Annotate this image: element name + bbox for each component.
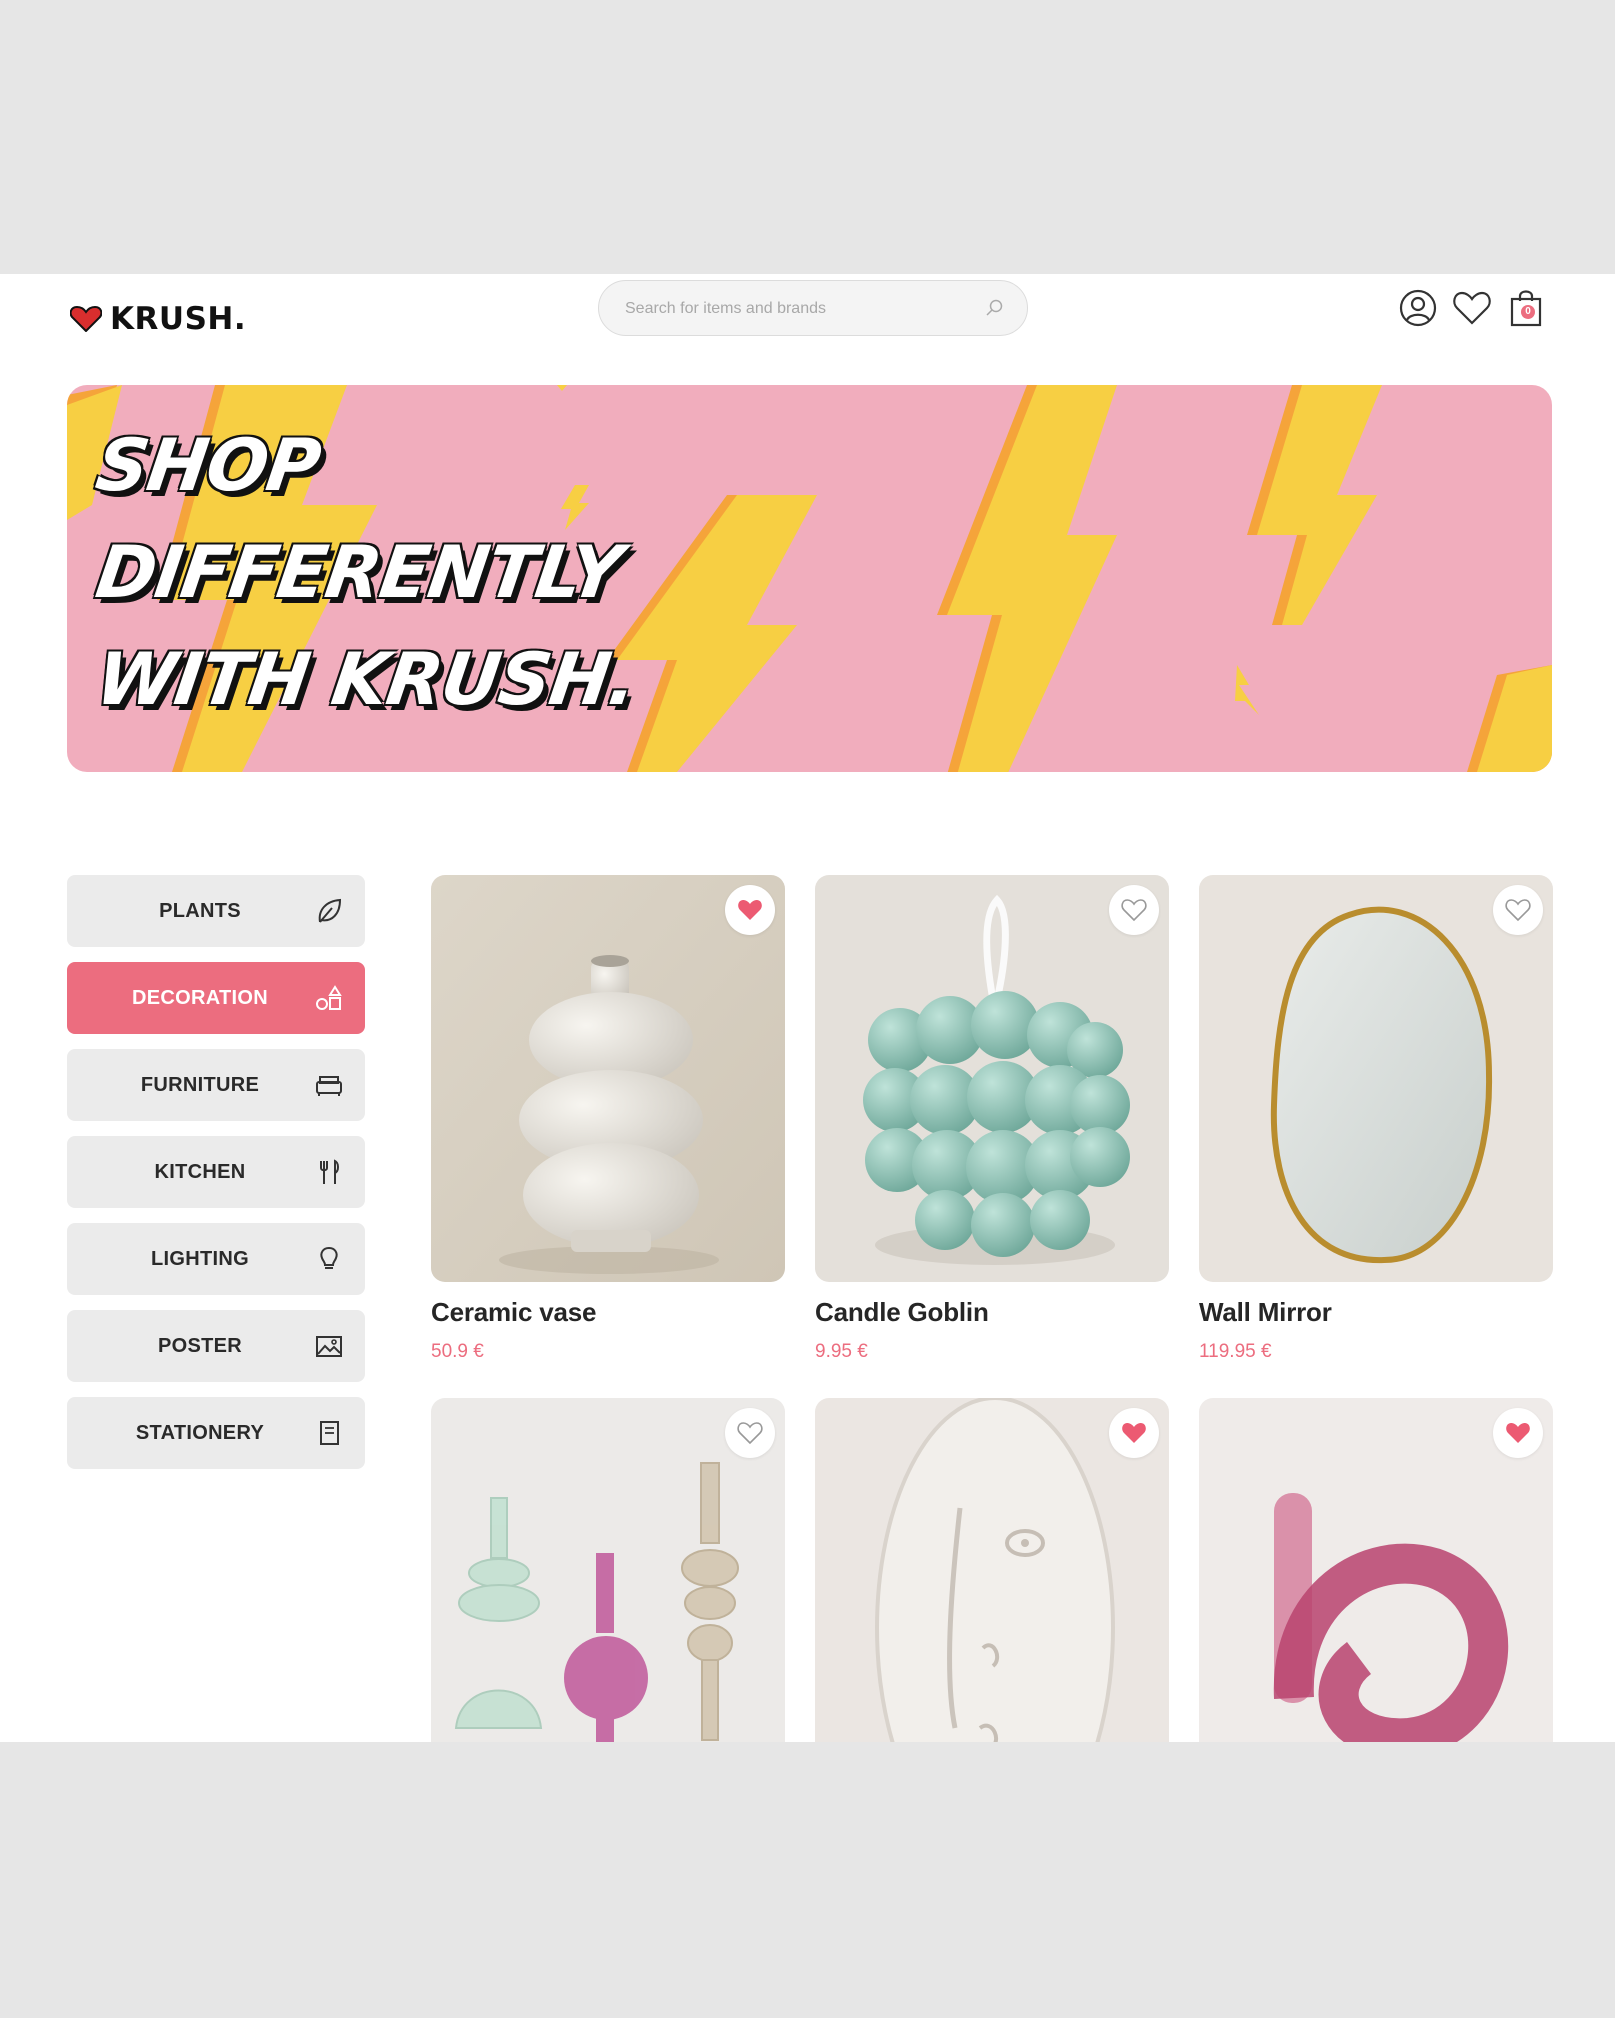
- heart-outline-icon: [1505, 899, 1531, 922]
- product-name[interactable]: Wall Mirror: [1199, 1297, 1332, 1328]
- product-image[interactable]: [1199, 1398, 1553, 1742]
- search-input[interactable]: [623, 281, 967, 337]
- category-label: DECORATION: [132, 987, 268, 1009]
- category-label: LIGHTING: [151, 1248, 249, 1270]
- user-icon: [1399, 289, 1437, 327]
- sofa-icon: [316, 1076, 342, 1096]
- picture-icon: [316, 1336, 342, 1357]
- category-label: KITCHEN: [154, 1161, 246, 1183]
- product-image[interactable]: [815, 875, 1169, 1282]
- heart-filled-icon: [1122, 1423, 1146, 1443]
- cutlery-icon: [320, 1159, 339, 1184]
- favorite-button[interactable]: [725, 1408, 775, 1458]
- banner-headline-line-3: WITH KRUSH.: [91, 637, 642, 721]
- ceramic-vase-photo: [431, 875, 785, 1282]
- heart-filled-icon: [738, 900, 762, 920]
- category-poster[interactable]: POSTER: [67, 1310, 365, 1382]
- shapes-icon: [316, 985, 342, 1010]
- heart-filled-icon: [1506, 1423, 1530, 1443]
- heart-outline-icon: [737, 1422, 763, 1445]
- account-button[interactable]: [1398, 288, 1438, 328]
- favorite-button[interactable]: [1493, 1408, 1543, 1458]
- product-name[interactable]: Ceramic vase: [431, 1297, 596, 1328]
- category-label: PLANTS: [159, 900, 241, 922]
- brand-logo[interactable]: KRUSH.: [70, 294, 246, 344]
- hero-banner[interactable]: SHOP DIFFERENTLY WITH KRUSH.: [67, 385, 1552, 772]
- favorite-button[interactable]: [725, 885, 775, 935]
- product-price: 9.95 €: [815, 1341, 868, 1362]
- search-bar[interactable]: [598, 280, 1028, 337]
- product-price: 119.95 €: [1199, 1341, 1272, 1362]
- category-plants[interactable]: PLANTS: [67, 875, 365, 947]
- heart-outline-icon: [1121, 899, 1147, 922]
- wall-mirror-photo: [1199, 875, 1553, 1282]
- heart-outline-icon: [1453, 291, 1491, 325]
- favorite-button[interactable]: [1109, 885, 1159, 935]
- cart-count-badge: 0: [1521, 305, 1535, 319]
- favorite-button[interactable]: [1109, 1408, 1159, 1458]
- product-price: 50.9 €: [431, 1341, 484, 1362]
- banner-headline-line-1: SHOP: [91, 423, 325, 507]
- heart-icon: [70, 306, 102, 332]
- category-decoration[interactable]: DECORATION: [67, 962, 365, 1034]
- category-label: FURNITURE: [140, 1074, 260, 1096]
- favorite-button[interactable]: [1493, 885, 1543, 935]
- notebook-icon: [320, 1421, 339, 1445]
- brand-name: KRUSH.: [110, 301, 247, 337]
- category-label: STATIONERY: [135, 1422, 265, 1444]
- product-image[interactable]: [431, 875, 785, 1282]
- product-name[interactable]: Candle Goblin: [815, 1297, 989, 1328]
- category-stationery[interactable]: STATIONERY: [67, 1397, 365, 1469]
- category-label: POSTER: [157, 1335, 243, 1357]
- search-icon[interactable]: [985, 298, 1005, 318]
- header-actions: 0: [1398, 288, 1546, 328]
- category-furniture[interactable]: FURNITURE: [67, 1049, 365, 1121]
- page-frame: KRUSH. 0: [0, 274, 1615, 1742]
- category-kitchen[interactable]: KITCHEN: [67, 1136, 365, 1208]
- bubble-candle-photo: [815, 875, 1169, 1282]
- banner-headline-line-2: DIFFERENTLY: [91, 530, 627, 614]
- leaf-icon: [318, 898, 342, 923]
- product-image[interactable]: [815, 1398, 1169, 1742]
- bulb-icon: [320, 1246, 338, 1269]
- product-image[interactable]: [431, 1398, 785, 1742]
- wishlist-button[interactable]: [1452, 288, 1492, 328]
- category-lighting[interactable]: LIGHTING: [67, 1223, 365, 1295]
- product-image[interactable]: [1199, 875, 1553, 1282]
- cart-button[interactable]: 0: [1506, 288, 1546, 328]
